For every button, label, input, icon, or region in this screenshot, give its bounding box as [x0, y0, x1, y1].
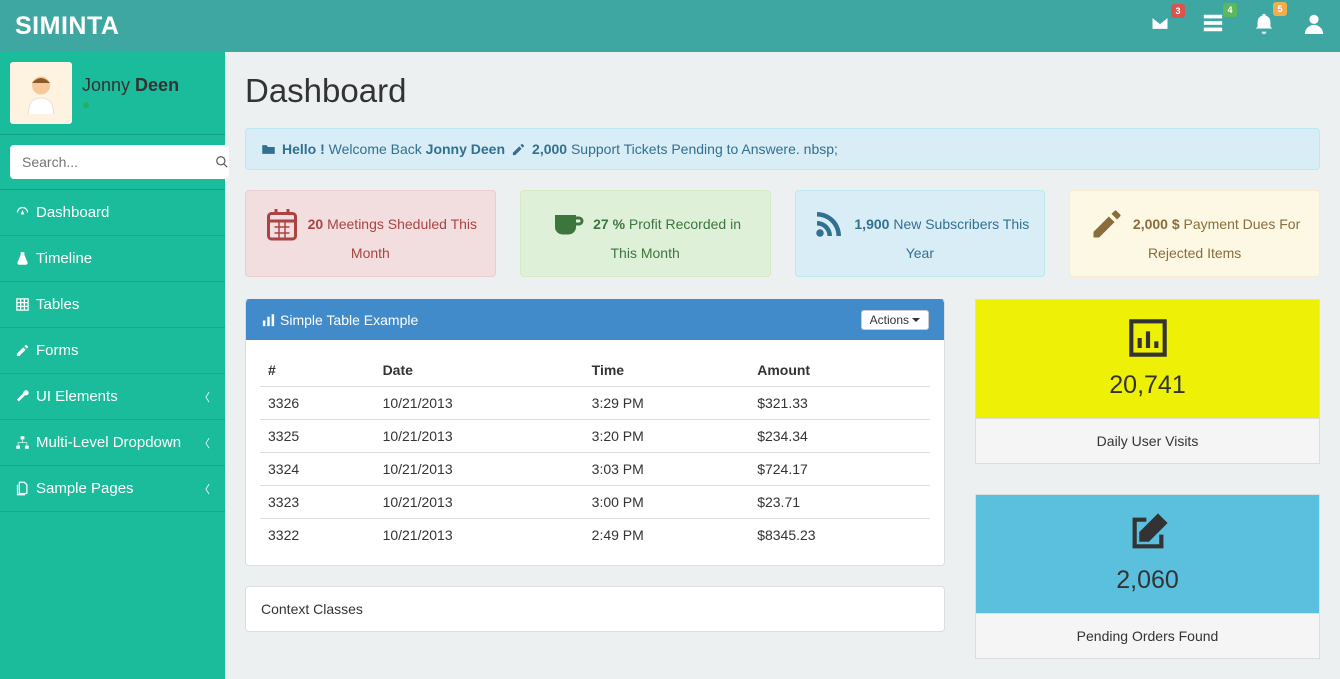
stat-daily-visits: 20,741 Daily User Visits: [975, 299, 1320, 464]
table-header-row: # Date Time Amount: [260, 354, 930, 387]
sitemap-icon: [15, 435, 30, 450]
chevron-left-icon: 〈: [199, 481, 210, 497]
brand-logo[interactable]: SIMINTA: [15, 12, 119, 41]
user-status[interactable]: Online: [82, 96, 179, 112]
table-panel-heading: Simple Table Example Actions: [246, 300, 944, 340]
mail-badge: 3: [1171, 4, 1185, 18]
stat-card-profit: 27 % Profit Recorded in This Month: [520, 190, 771, 277]
page-title: Dashboard: [245, 72, 1320, 110]
sidebar: Jonny Deen Online Dashboard Timeline Tab…: [0, 52, 225, 679]
search-input[interactable]: [10, 145, 215, 179]
sidebar-item-sample[interactable]: Sample Pages〈: [0, 466, 225, 512]
search-form: [0, 135, 225, 190]
mail-icon[interactable]: 3: [1147, 13, 1173, 39]
pencil-icon: [511, 142, 526, 157]
context-classes-label: Context Classes: [261, 601, 363, 617]
stats-row: 20 Meetings Sheduled This Month 27 % Pro…: [245, 190, 1320, 277]
sidebar-item-multi[interactable]: Multi-Level Dropdown〈: [0, 420, 225, 466]
actions-dropdown-button[interactable]: Actions: [861, 310, 929, 330]
stat-card-payment: 2,000 $ Payment Dues For Rejected Items: [1069, 190, 1320, 277]
wrench-icon: [15, 389, 30, 404]
coffee-icon: [549, 206, 585, 245]
sidebar-item-ui[interactable]: UI Elements〈: [0, 374, 225, 420]
navbar-icons: 3 4 5: [1147, 11, 1325, 41]
calendar-icon: [264, 206, 300, 245]
daily-visits-label: Daily User Visits: [976, 418, 1319, 463]
sidebar-item-forms[interactable]: Forms: [0, 328, 225, 374]
flask-icon: [15, 251, 30, 266]
sidebar-menu: Dashboard Timeline Tables Forms UI Eleme…: [0, 190, 225, 512]
stat-card-meetings: 20 Meetings Sheduled This Month: [245, 190, 496, 277]
rss-icon: [811, 206, 847, 245]
col-amount: Amount: [749, 354, 930, 387]
tasks-icon[interactable]: 4: [1201, 12, 1225, 40]
table-row[interactable]: 332410/21/20133:03 PM$724.17: [260, 453, 930, 486]
col-time: Time: [584, 354, 750, 387]
stat-card-subscribers: 1,900 New Subscribers This Year: [795, 190, 1046, 277]
data-table: # Date Time Amount 332610/21/20133:29 PM…: [260, 354, 930, 551]
welcome-alert: Hello ! Welcome Back Jonny Deen 2,000 Su…: [245, 128, 1320, 170]
daily-visits-value: 20,741: [994, 371, 1301, 400]
alerts-badge: 5: [1273, 2, 1287, 16]
edit-icon: [15, 343, 30, 358]
table-panel: Simple Table Example Actions # Date Time: [245, 299, 945, 566]
dashboard-icon: [15, 205, 30, 220]
table-row[interactable]: 332610/21/20133:29 PM$321.33: [260, 387, 930, 420]
caret-down-icon: [912, 318, 920, 322]
chevron-left-icon: 〈: [199, 389, 210, 405]
bar-chart-icon: [261, 313, 276, 328]
sidebar-item-dashboard[interactable]: Dashboard: [0, 190, 225, 236]
col-date: Date: [375, 354, 584, 387]
files-icon: [15, 481, 30, 496]
sidebar-item-timeline[interactable]: Timeline: [0, 236, 225, 282]
user-name: Jonny Deen: [82, 75, 179, 96]
bar-chart-icon: [1128, 318, 1168, 358]
table-icon: [15, 297, 30, 312]
col-id: #: [260, 354, 375, 387]
table-row[interactable]: 332310/21/20133:00 PM$23.71: [260, 486, 930, 519]
bell-icon[interactable]: 5: [1253, 11, 1275, 41]
sidebar-item-tables[interactable]: Tables: [0, 282, 225, 328]
user-panel: Jonny Deen Online: [0, 52, 225, 135]
edit-square-icon: [1128, 513, 1168, 553]
pending-orders-value: 2,060: [994, 566, 1301, 595]
user-icon[interactable]: [1303, 11, 1325, 41]
avatar[interactable]: [10, 62, 72, 124]
pending-orders-label: Pending Orders Found: [976, 613, 1319, 658]
chevron-left-icon: 〈: [199, 435, 210, 451]
pencil-icon: [1089, 206, 1125, 245]
stat-pending-orders: 2,060 Pending Orders Found: [975, 494, 1320, 659]
folder-open-icon: [261, 142, 276, 157]
top-navbar: SIMINTA 3 4 5: [0, 0, 1340, 52]
table-row[interactable]: 332210/21/20132:49 PM$8345.23: [260, 519, 930, 552]
table-row[interactable]: 332510/21/20133:20 PM$234.34: [260, 420, 930, 453]
main-content: Dashboard Hello ! Welcome Back Jonny Dee…: [225, 52, 1340, 679]
tasks-badge: 4: [1223, 3, 1237, 17]
context-classes-panel: Context Classes: [245, 586, 945, 632]
